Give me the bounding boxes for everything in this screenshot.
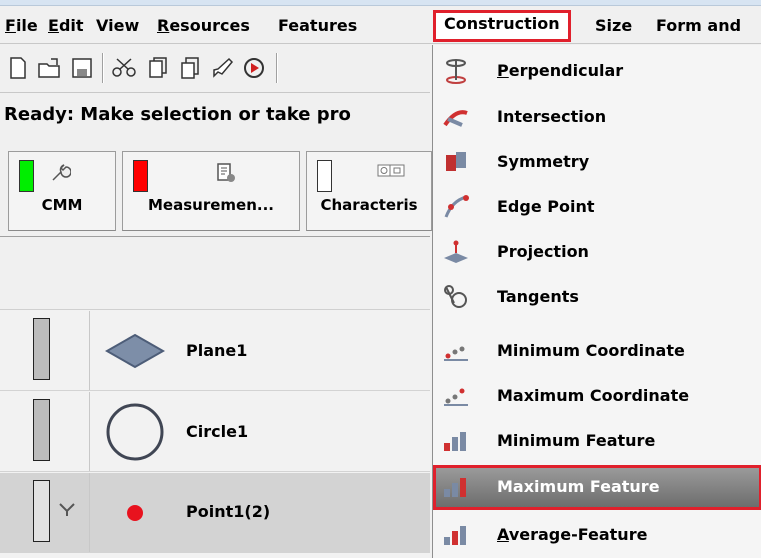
menu-form-and[interactable]: Form and: [656, 12, 741, 40]
feature-flag-cell: [0, 311, 90, 390]
symmetry-icon: [441, 148, 471, 176]
cmm-status-swatch: [19, 160, 34, 192]
feature-row-circle1[interactable]: Circle1: [0, 392, 430, 472]
tab-measurement[interactable]: Measuremen...: [122, 151, 300, 231]
menu-item-symmetry[interactable]: Symmetry: [433, 140, 761, 185]
menu-item-minimum-coordinate[interactable]: Minimum Coordinate: [433, 329, 761, 374]
point-marker-icon: [59, 503, 75, 516]
feature-status-bar: [33, 480, 50, 542]
save-disk-icon[interactable]: [68, 53, 96, 83]
feature-name: Point1(2): [186, 502, 271, 521]
menu-features[interactable]: Features: [278, 12, 357, 40]
module-tabs: CMM Measuremen... Characteris: [0, 140, 432, 236]
undo-icon[interactable]: [240, 53, 268, 83]
menu-file-rest: ile: [15, 16, 38, 35]
window-top-edge: [0, 0, 761, 6]
brush-icon[interactable]: [208, 53, 236, 83]
menu-item-intersection[interactable]: Intersection: [433, 95, 761, 140]
menu-file[interactable]: File: [5, 12, 38, 40]
wrench-icon: [49, 162, 72, 184]
menu-item-label: Tangents: [497, 287, 579, 306]
point-icon: [100, 473, 170, 552]
document-gear-icon: [215, 162, 237, 184]
toolbar-separator: [102, 53, 104, 83]
menu-resources-mnemonic: R: [157, 16, 170, 35]
projection-icon: [441, 238, 471, 266]
menu-item-average-feature[interactable]: Average-Feature: [433, 513, 761, 558]
menu-edit[interactable]: Edit: [48, 12, 84, 40]
menu-bar: File Edit View Resources Features Constr…: [0, 7, 761, 44]
menu-item-tangents[interactable]: Tangents: [433, 275, 761, 320]
perpendicular-icon: [441, 57, 471, 85]
maximum-coordinate-icon: [441, 382, 471, 410]
plane-icon: [100, 311, 170, 390]
menu-item-maximum-coordinate[interactable]: Maximum Coordinate: [433, 374, 761, 419]
tangents-icon: [441, 283, 471, 311]
circle-icon: [100, 392, 170, 471]
tab-measurement-label: Measuremen...: [148, 196, 274, 214]
feature-flag-cell: [0, 392, 90, 471]
menu-resources[interactable]: Resources: [157, 12, 250, 40]
status-message: Ready: Make selection or take pro: [4, 104, 351, 125]
menu-item-label: Projection: [497, 242, 589, 261]
minimum-feature-icon: [441, 427, 471, 455]
menu-item-perpendicular[interactable]: Perpendicular: [433, 49, 761, 94]
feature-name: Plane1: [186, 341, 248, 360]
menu-item-label: Intersection: [497, 107, 607, 126]
feature-name: Circle1: [186, 422, 249, 441]
minimum-coordinate-icon: [441, 337, 471, 365]
measurement-status-swatch: [133, 160, 148, 192]
menu-file-mnemonic: F: [5, 16, 16, 35]
menu-construction[interactable]: Construction: [433, 10, 571, 42]
feature-flag-cell: [0, 473, 90, 552]
menu-resources-rest: esources: [169, 16, 250, 35]
menu-item-label: Minimum Coordinate: [497, 341, 685, 360]
characteristics-status-swatch: [317, 160, 332, 192]
toolbar: [0, 45, 430, 93]
feature-row-point1[interactable]: Point1(2): [0, 473, 430, 553]
edge-point-icon: [441, 193, 471, 221]
menu-item-label: Average-Feature: [497, 525, 648, 544]
menu-item-label: Maximum Coordinate: [497, 386, 690, 405]
feature-status-bar: [33, 318, 50, 380]
scissors-icon[interactable]: [110, 53, 138, 83]
feature-row-plane1[interactable]: Plane1: [0, 311, 430, 391]
menu-item-label: Maximum Feature: [497, 477, 660, 496]
menu-item-projection[interactable]: Projection: [433, 230, 761, 275]
tab-characteristics-label: Characteris: [320, 196, 418, 214]
tab-cmm-label: CMM: [41, 196, 83, 214]
new-file-icon[interactable]: [4, 53, 32, 83]
menu-item-label: Edge Point: [497, 197, 595, 216]
feature-status-bar: [33, 399, 50, 461]
menu-item-minimum-feature[interactable]: Minimum Feature: [433, 419, 761, 464]
menu-edit-rest: dit: [58, 16, 84, 35]
toolbar-separator: [276, 53, 278, 83]
feature-list: Plane1 Circle1 Point1(2): [0, 237, 430, 558]
tab-cmm[interactable]: CMM: [8, 151, 116, 231]
construction-menu: Perpendicular Intersection Symmetry Edge…: [432, 45, 761, 558]
tab-characteristics[interactable]: Characteris: [306, 151, 432, 231]
feature-list-header-area: [0, 237, 430, 310]
copy-icon[interactable]: [144, 53, 172, 83]
menu-item-label: Symmetry: [497, 152, 590, 171]
paste-icon[interactable]: [176, 53, 204, 83]
menu-item-label: Perpendicular: [497, 61, 624, 80]
menu-edit-mnemonic: E: [48, 16, 59, 35]
menu-item-label: Minimum Feature: [497, 431, 656, 450]
open-folder-icon[interactable]: [36, 53, 64, 83]
maximum-feature-icon: [441, 473, 471, 501]
tolerance-frame-icon: [377, 162, 407, 184]
intersection-icon: [441, 103, 471, 131]
menu-view[interactable]: View: [96, 12, 139, 40]
menu-item-maximum-feature[interactable]: Maximum Feature: [433, 465, 761, 510]
menu-size[interactable]: Size: [595, 12, 632, 40]
menu-item-edge-point[interactable]: Edge Point: [433, 185, 761, 230]
average-feature-icon: [441, 521, 471, 549]
